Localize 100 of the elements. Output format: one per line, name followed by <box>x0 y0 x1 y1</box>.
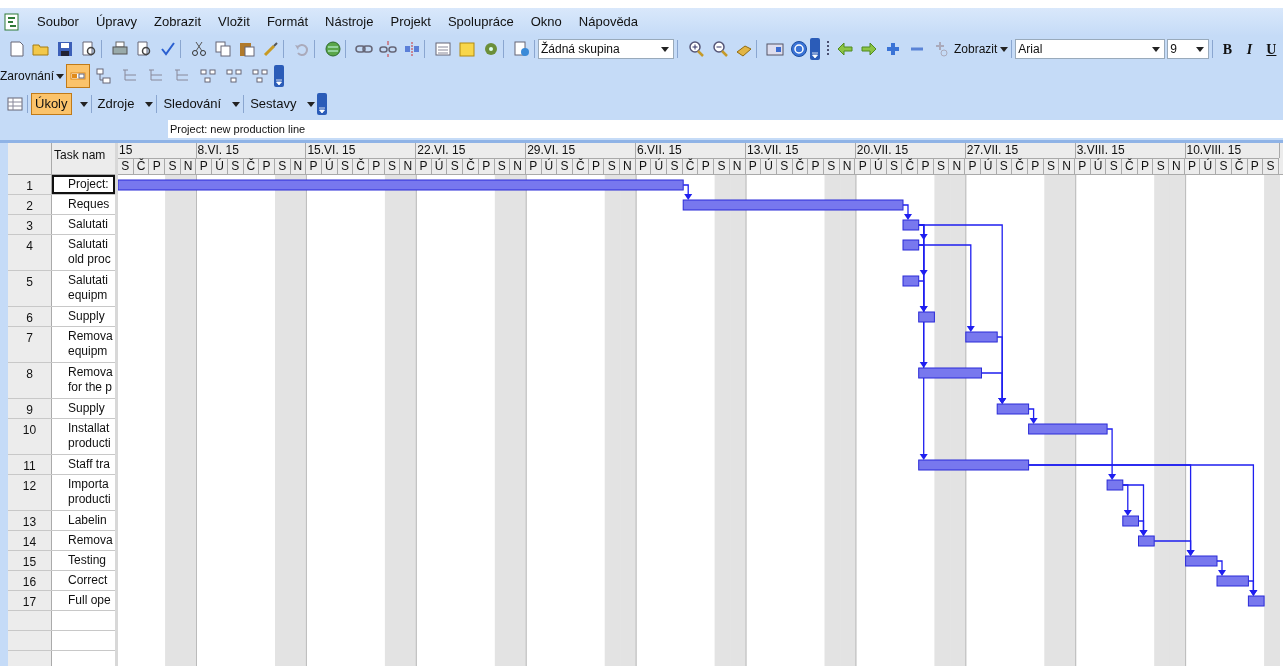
row-number[interactable]: 2 <box>8 195 52 214</box>
task-bar[interactable] <box>1185 555 1218 567</box>
globe-icon[interactable] <box>324 40 342 58</box>
format-button[interactable]: B <box>1216 38 1239 60</box>
menu-item[interactable]: Formát <box>266 12 309 32</box>
copy-icon[interactable] <box>214 40 232 58</box>
task-name-cell[interactable]: Testing <box>52 551 115 570</box>
task-bar[interactable] <box>918 311 935 323</box>
column-header[interactable]: Task nam <box>52 143 115 174</box>
row-number[interactable]: 4 <box>8 235 52 270</box>
toolbar-options-icon[interactable] <box>274 65 285 87</box>
task-bar[interactable] <box>1247 595 1265 607</box>
brush-icon[interactable] <box>262 40 280 58</box>
plus-icon[interactable] <box>884 40 902 58</box>
task-name-cell[interactable]: Importa producti <box>52 475 115 510</box>
view-tab[interactable]: Sledování <box>160 93 225 115</box>
task-name-cell[interactable]: Supply <box>52 307 115 326</box>
new-document-icon[interactable] <box>8 40 26 58</box>
menu-item[interactable]: Zobrazit <box>154 12 202 32</box>
outline-tool-button[interactable] <box>66 64 91 88</box>
task-bar[interactable] <box>902 239 920 251</box>
view-tab[interactable]: Zdroje <box>94 93 138 115</box>
split-bars-icon[interactable] <box>403 40 421 58</box>
grip-icon[interactable] <box>826 40 830 58</box>
menu-item[interactable]: Spolupráce <box>447 12 514 32</box>
task-bar[interactable] <box>1122 515 1139 527</box>
task-name-cell[interactable]: Remova <box>52 531 115 550</box>
row-number[interactable]: 10 <box>8 419 52 454</box>
row-number[interactable]: 7 <box>8 327 52 362</box>
day-label: Ú <box>212 158 228 175</box>
task-name-cell[interactable]: Installat producti <box>52 419 115 454</box>
scissors-icon[interactable] <box>190 40 208 58</box>
task-name-cell[interactable]: Supply <box>52 399 115 418</box>
menu-item[interactable]: Projekt <box>390 12 431 32</box>
task-bar[interactable] <box>996 403 1030 415</box>
task-name-cell[interactable]: Remova for the p <box>52 363 115 398</box>
task-bar[interactable] <box>1216 575 1249 587</box>
format-button[interactable]: I <box>1238 38 1261 60</box>
document-info-icon[interactable] <box>513 40 531 58</box>
menu-item[interactable]: Úpravy <box>95 12 138 32</box>
row-number[interactable]: 11 <box>8 455 52 474</box>
menu-item[interactable]: Okno <box>530 12 562 32</box>
font-combo[interactable]: Arial <box>1015 39 1166 59</box>
row-number[interactable]: 14 <box>8 531 52 550</box>
menu-item[interactable]: Nápověda <box>578 12 639 32</box>
right-arrow-icon[interactable] <box>860 40 878 58</box>
help-icon[interactable] <box>790 40 808 58</box>
align-menu-button[interactable]: Zarovnání <box>0 67 65 85</box>
view-menu-button[interactable]: Zobrazit <box>954 40 1009 58</box>
row-number[interactable]: 13 <box>8 511 52 530</box>
entry-field[interactable]: Project: new production line <box>168 120 1283 138</box>
broken-link-icon[interactable] <box>379 40 397 58</box>
task-bar[interactable] <box>902 219 920 231</box>
left-arrow-icon[interactable] <box>836 40 854 58</box>
font-size-combo[interactable]: 9 <box>1167 39 1210 59</box>
task-name-cell[interactable]: Salutati <box>52 215 115 234</box>
project-app-icon[interactable] <box>4 13 20 31</box>
row-number[interactable]: 9 <box>8 399 52 418</box>
row-number[interactable]: 5 <box>8 271 52 306</box>
row-number[interactable]: 3 <box>8 215 52 234</box>
row-number[interactable]: 12 <box>8 475 52 510</box>
task-bar[interactable] <box>1138 535 1155 547</box>
task-name-cell[interactable]: Project: <box>52 175 115 194</box>
group-combo[interactable]: Žádná skupina <box>538 39 674 59</box>
clipboard-icon[interactable] <box>238 40 256 58</box>
task-bar[interactable] <box>902 275 920 287</box>
row-number[interactable]: 17 <box>8 591 52 610</box>
view-tab[interactable]: Úkoly <box>31 93 72 115</box>
card-icon[interactable] <box>766 40 784 58</box>
task-name-cell[interactable]: Full ope <box>52 591 115 610</box>
row-number[interactable]: 6 <box>8 307 52 326</box>
row-number[interactable]: 16 <box>8 571 52 590</box>
printer-icon[interactable] <box>111 40 129 58</box>
row-number[interactable]: 15 <box>8 551 52 570</box>
task-name-cell[interactable]: Staff tra <box>52 455 115 474</box>
menu-item[interactable]: Vložit <box>218 12 250 32</box>
toolbar-options-icon[interactable] <box>810 38 820 60</box>
view-tab[interactable]: Sestavy <box>247 93 300 115</box>
print-preview-icon[interactable] <box>135 40 153 58</box>
print-preview-icon[interactable] <box>80 40 98 58</box>
gear-icon[interactable] <box>482 40 500 58</box>
row-number[interactable]: 8 <box>8 363 52 398</box>
task-name-cell[interactable]: Salutati equipm <box>52 271 115 306</box>
menu-item[interactable]: Nástroje <box>325 12 374 32</box>
toolbar-options-icon[interactable] <box>317 93 328 115</box>
table-icon[interactable] <box>6 95 24 113</box>
task-name-cell[interactable]: Correct <box>52 571 115 590</box>
task-name-cell[interactable]: Salutati old proc <box>52 235 115 270</box>
list-document-icon[interactable] <box>434 40 452 58</box>
menu-item[interactable]: Soubor <box>37 12 79 32</box>
task-name-cell[interactable]: Labelin <box>52 511 115 530</box>
zoom-in-icon[interactable] <box>687 40 705 58</box>
zoom-out-icon[interactable] <box>711 40 729 58</box>
task-name-cell[interactable]: Remova equipm <box>52 327 115 362</box>
row-number[interactable]: 1 <box>8 175 52 194</box>
day-label: Č <box>133 158 150 175</box>
checkmark-icon[interactable] <box>159 40 177 58</box>
task-bar[interactable] <box>1106 479 1124 491</box>
task-name-cell[interactable]: Reques <box>52 195 115 214</box>
format-button[interactable]: U <box>1260 38 1283 60</box>
